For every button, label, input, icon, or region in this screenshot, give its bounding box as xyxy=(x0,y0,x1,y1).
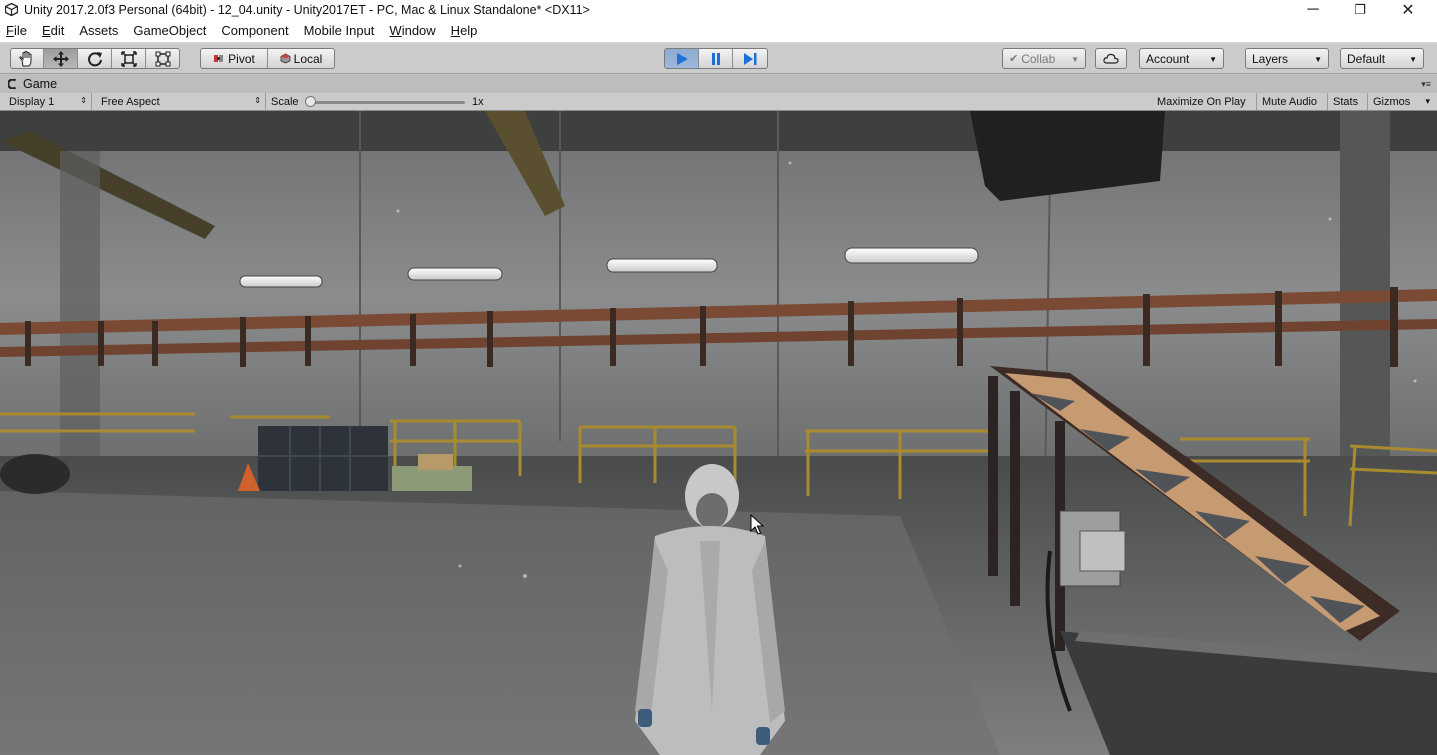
dropdown-arrow-icon: ▼ xyxy=(1314,55,1322,64)
title-bar: Unity 2017.2.0f3 Personal (64bit) - 12_0… xyxy=(0,0,1437,19)
stepper-arrows-icon: ⇕ xyxy=(80,96,87,105)
menu-window[interactable]: Window xyxy=(389,23,435,38)
unity-logo-icon xyxy=(4,3,18,17)
move-tool-button[interactable] xyxy=(44,49,78,68)
gizmos-dropdown[interactable]: Gizmos ▾ xyxy=(1368,93,1434,110)
layers-dropdown[interactable]: Layers ▼ xyxy=(1245,48,1329,69)
stepper-arrows-icon: ⇕ xyxy=(254,96,261,105)
dropdown-arrow-icon: ▼ xyxy=(1071,55,1079,64)
play-icon xyxy=(676,52,688,65)
maximize-on-play-toggle[interactable]: Maximize On Play xyxy=(1152,93,1257,110)
rotate-tool-button[interactable] xyxy=(78,49,112,68)
restore-button[interactable]: ❐ xyxy=(1337,0,1383,19)
scale-icon xyxy=(120,50,137,67)
game-viewport[interactable] xyxy=(0,111,1437,755)
dropdown-arrow-icon: ▼ xyxy=(1409,55,1417,64)
close-button[interactable]: ✕ xyxy=(1385,0,1431,19)
close-icon: ✕ xyxy=(1401,1,1415,19)
account-dropdown[interactable]: Account ▼ xyxy=(1139,48,1224,69)
display-label: Display 1 xyxy=(9,95,55,108)
layers-label: Layers xyxy=(1252,51,1289,66)
account-label: Account xyxy=(1146,51,1190,66)
display-dropdown[interactable]: Display 1 ⇕ xyxy=(4,93,92,110)
menu-edit[interactable]: Edit xyxy=(42,23,64,38)
tab-game-label: Game xyxy=(23,77,58,91)
tab-game[interactable]: Game xyxy=(0,75,1437,93)
hand-icon xyxy=(19,50,32,66)
step-button[interactable] xyxy=(733,49,767,68)
menu-component[interactable]: Component xyxy=(221,23,288,38)
collab-dropdown[interactable]: ✔ Collab ▼ xyxy=(1002,48,1086,69)
game-view-icon xyxy=(8,79,18,89)
step-icon xyxy=(744,52,757,65)
menu-bar: File Edit Assets GameObject Component Mo… xyxy=(0,19,1437,42)
aspect-dropdown[interactable]: Free Aspect ⇕ xyxy=(96,93,266,110)
aspect-label: Free Aspect xyxy=(101,95,160,108)
cloud-button[interactable] xyxy=(1095,48,1127,69)
main-toolbar: Pivot Local ✔ Collab ▼ Account ▼ Layers … xyxy=(0,42,1437,74)
game-tab-strip: Game ▾≡ xyxy=(0,75,1437,93)
pivot-group: Pivot Local xyxy=(200,48,335,69)
menu-mobile-input[interactable]: Mobile Input xyxy=(304,23,375,38)
window-title: Unity 2017.2.0f3 Personal (64bit) - 12_0… xyxy=(24,2,590,17)
local-label: Local xyxy=(293,51,323,66)
pivot-toggle[interactable]: Pivot xyxy=(201,49,268,68)
game-view-controls: Display 1 ⇕ Free Aspect ⇕ Scale 1x Maxim… xyxy=(0,93,1437,111)
hand-tool-button[interactable] xyxy=(11,49,44,68)
scale-tool-button[interactable] xyxy=(112,49,146,68)
minimize-button[interactable]: ─ xyxy=(1290,0,1336,19)
minimize-icon: ─ xyxy=(1307,0,1319,18)
stats-toggle[interactable]: Stats xyxy=(1328,93,1368,110)
rect-tool-button[interactable] xyxy=(146,49,179,68)
local-toggle[interactable]: Local xyxy=(268,49,334,68)
pause-icon xyxy=(711,52,720,65)
layout-label: Default xyxy=(1347,51,1386,66)
play-controls xyxy=(664,48,768,69)
dropdown-arrow-icon: ▼ xyxy=(1209,55,1217,64)
scale-label: Scale xyxy=(271,95,299,108)
collab-label: Collab xyxy=(1021,51,1056,66)
mute-audio-toggle[interactable]: Mute Audio xyxy=(1257,93,1328,110)
transform-tools xyxy=(10,48,180,69)
pause-button[interactable] xyxy=(699,49,733,68)
local-icon xyxy=(280,53,291,64)
scale-slider-thumb[interactable] xyxy=(305,96,316,107)
cloud-icon xyxy=(1103,53,1119,64)
scale-slider-track[interactable] xyxy=(310,101,465,104)
menu-help[interactable]: Help xyxy=(451,23,478,38)
layout-dropdown[interactable]: Default ▼ xyxy=(1340,48,1424,69)
pivot-label: Pivot xyxy=(228,51,255,66)
restore-icon: ❐ xyxy=(1354,1,1366,17)
scale-value: 1x xyxy=(472,95,484,108)
warehouse-scene-image xyxy=(0,111,1437,755)
tab-menu-icon[interactable]: ▾≡ xyxy=(1421,79,1431,90)
menu-gameobject[interactable]: GameObject xyxy=(133,23,206,38)
rotate-icon xyxy=(87,51,102,66)
checkmark-icon: ✔ xyxy=(1009,53,1019,65)
move-icon xyxy=(52,50,69,67)
menu-file[interactable]: File xyxy=(6,23,27,38)
play-button[interactable] xyxy=(665,49,699,68)
dropdown-arrow-icon: ▾ xyxy=(1425,96,1430,106)
mouse-cursor-icon xyxy=(750,513,765,539)
menu-assets[interactable]: Assets xyxy=(79,23,118,38)
rect-tool-icon xyxy=(155,51,170,66)
pivot-icon xyxy=(213,53,224,64)
